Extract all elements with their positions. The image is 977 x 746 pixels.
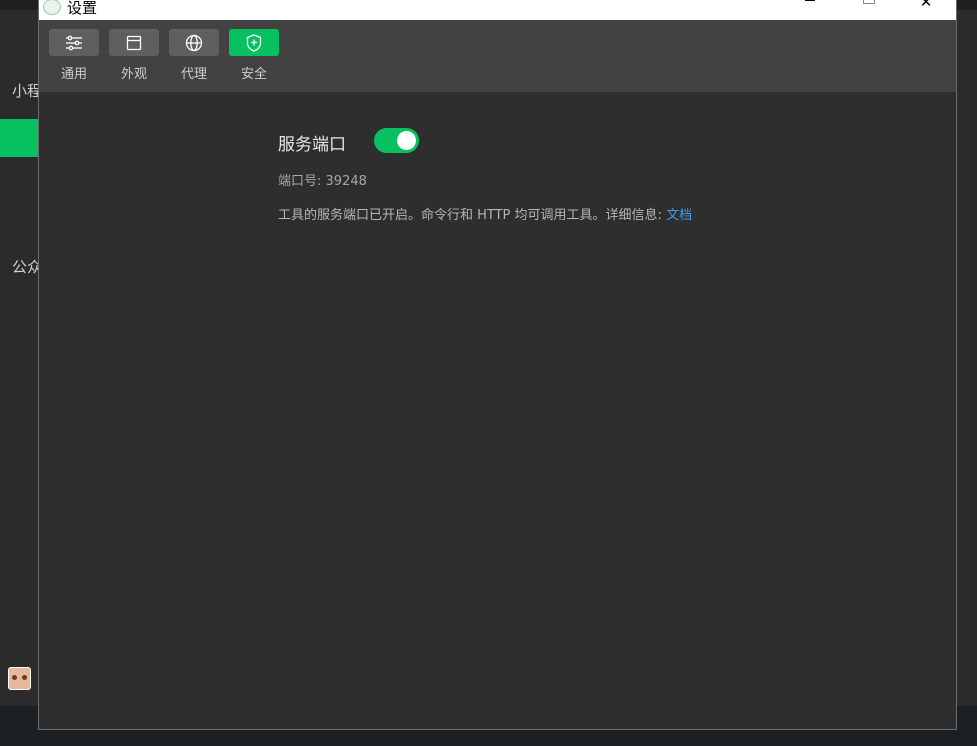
tab-appearance[interactable]: 外观 [109,29,159,82]
titlebar[interactable]: 设置 ✕ [39,0,956,20]
tab-proxy[interactable]: 代理 [169,29,219,82]
close-button[interactable]: ✕ [903,0,949,17]
docs-link[interactable]: 文档 [666,208,692,223]
toggle-knob [397,131,416,150]
service-port-description: 工具的服务端口已开启。命令行和 HTTP 均可调用工具。详细信息: 文档 [278,204,692,223]
tab-appearance-label: 外观 [120,67,147,82]
avatar[interactable] [8,667,31,690]
app-logo-icon [43,0,61,15]
maximize-button[interactable] [845,0,891,17]
port-value: 39248 [325,174,367,189]
service-port-toggle[interactable] [374,128,419,153]
settings-toolbar: 通用 外观 代理 安全 [39,20,956,92]
service-port-title: 服务端口 [278,135,346,155]
description-text: 工具的服务端口已开启。命令行和 HTTP 均可调用工具。详细信息: [278,208,662,223]
port-label: 端口号: [278,174,322,189]
tab-proxy-label: 代理 [180,67,207,82]
close-icon: ✕ [919,0,933,11]
settings-dialog: 设置 ✕ 通用 外观 代理 安全 服务端口 端口号: 39248 工具的服务端口… [38,0,957,730]
window-icon [126,35,142,50]
security-settings-panel: 服务端口 端口号: 39248 工具的服务端口已开启。命令行和 HTTP 均可调… [39,92,956,729]
port-number-line: 端口号: 39248 [278,170,367,189]
background-active-indicator [0,119,38,157]
globe-icon [185,34,203,51]
window-title: 设置 [67,0,98,17]
tab-security-label: 安全 [240,67,267,82]
tab-security[interactable]: 安全 [229,29,279,82]
background-right-edge [956,30,977,650]
tab-general-label: 通用 [60,67,87,82]
minimize-button[interactable] [787,0,833,17]
sliders-icon [66,35,82,50]
shield-icon [246,33,262,52]
tab-general[interactable]: 通用 [49,29,99,82]
